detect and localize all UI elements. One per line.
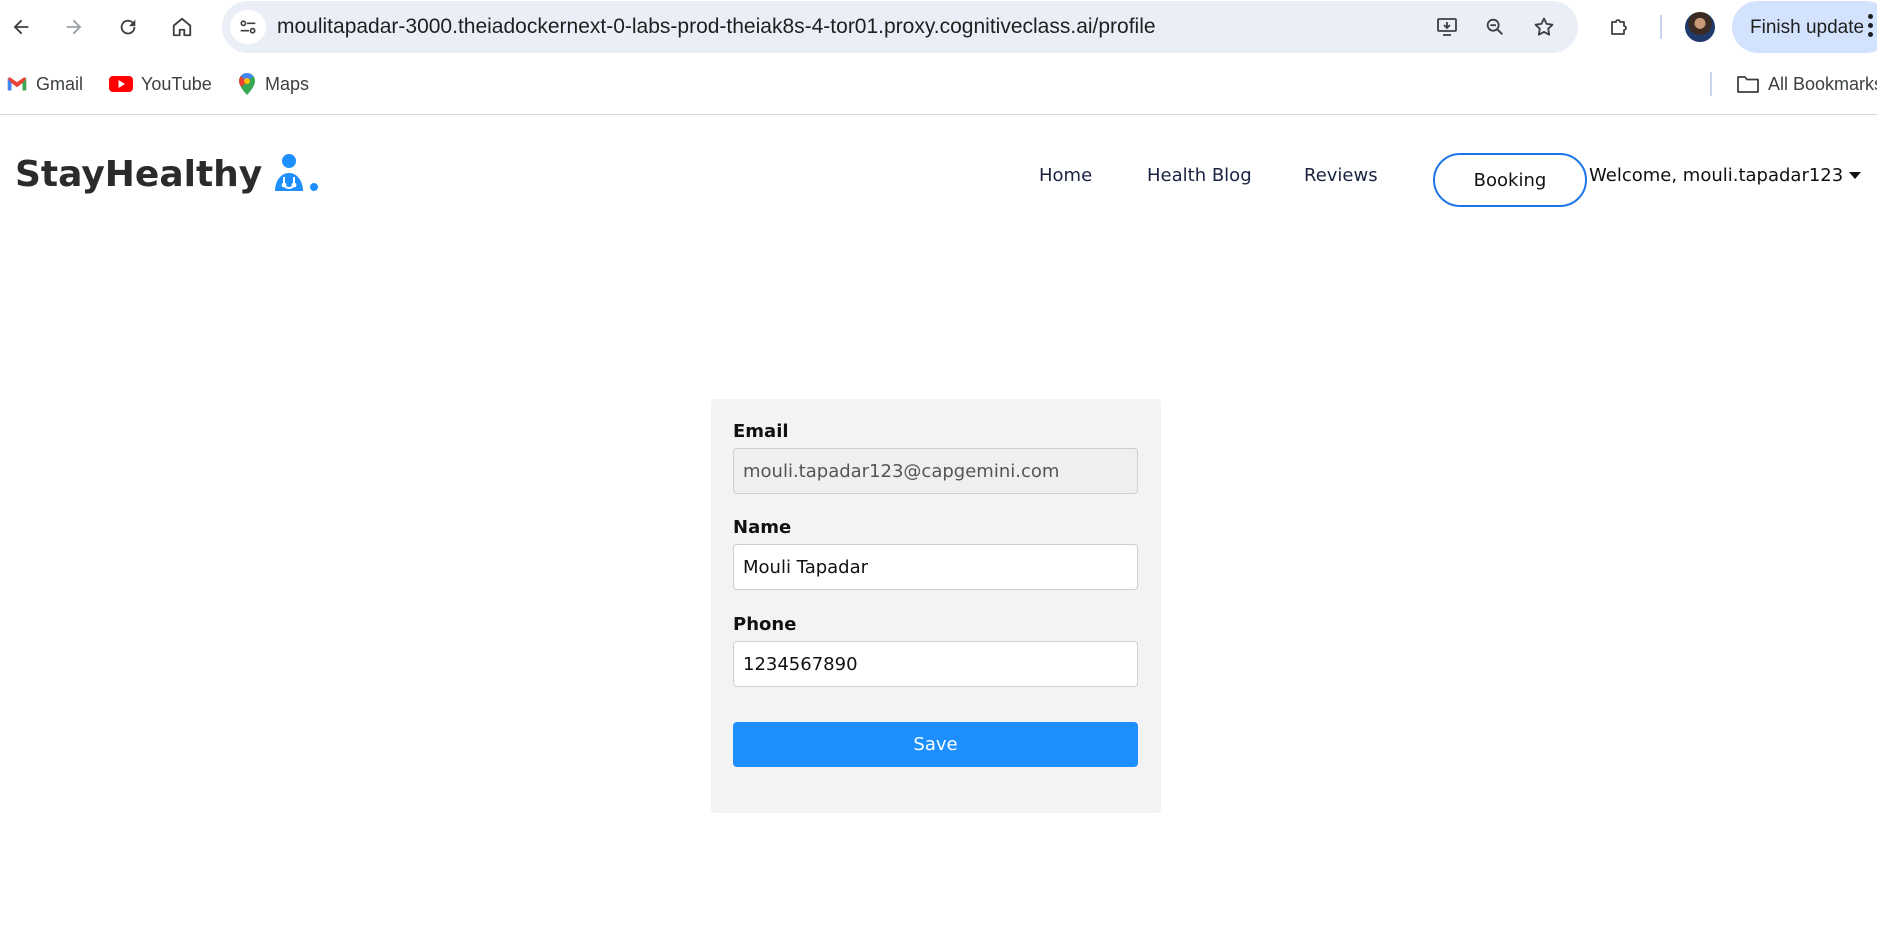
bookmark-maps-label: Maps xyxy=(265,73,310,94)
bookmark-gmail-label: Gmail xyxy=(36,73,84,94)
nav-health-blog-link[interactable]: Health Blog xyxy=(1147,165,1252,186)
email-field[interactable] xyxy=(733,448,1138,494)
all-bookmarks[interactable]: All Bookmarks xyxy=(1736,70,1877,98)
name-field[interactable] xyxy=(733,544,1138,590)
phone-field[interactable] xyxy=(733,641,1138,687)
toolbar-separator xyxy=(1660,15,1662,39)
bookmark-gmail[interactable]: Gmail xyxy=(6,70,83,98)
bookmark-youtube-label: YouTube xyxy=(141,73,212,94)
forward-icon[interactable] xyxy=(56,9,92,45)
user-menu[interactable]: Welcome, mouli.tapadar123 xyxy=(1589,165,1862,186)
install-app-icon[interactable] xyxy=(1430,10,1464,44)
page-content: StayHealthy Home Health Blog Reviews Boo… xyxy=(0,115,1877,934)
site-navbar: StayHealthy Home Health Blog Reviews Boo… xyxy=(0,115,1877,235)
site-info-icon[interactable] xyxy=(230,10,266,44)
finish-update-label: Finish update xyxy=(1750,17,1865,38)
url-text[interactable]: moulitapadar-3000.theiadockernext-0-labs… xyxy=(277,15,1156,39)
bookmark-maps[interactable]: Maps xyxy=(237,70,309,98)
maps-icon xyxy=(239,73,255,95)
finish-update-button[interactable]: Finish update xyxy=(1732,1,1877,53)
youtube-icon xyxy=(109,76,133,92)
all-bookmarks-label: All Bookmarks xyxy=(1768,73,1877,94)
phone-label: Phone xyxy=(733,614,797,635)
browser-menu-icon[interactable] xyxy=(1868,14,1874,40)
extensions-icon[interactable] xyxy=(1601,9,1637,45)
bookmark-star-icon[interactable] xyxy=(1527,10,1561,44)
bookmark-youtube[interactable]: YouTube xyxy=(109,70,212,98)
save-button-label: Save xyxy=(913,734,958,755)
name-label: Name xyxy=(733,517,792,538)
back-icon[interactable] xyxy=(3,9,39,45)
nav-reviews-link[interactable]: Reviews xyxy=(1304,165,1378,186)
chevron-down-icon xyxy=(1849,172,1862,179)
booking-button[interactable]: Booking xyxy=(1433,153,1587,207)
home-icon[interactable] xyxy=(164,9,200,45)
brand-name: StayHealthy xyxy=(15,154,263,195)
booking-button-label: Booking xyxy=(1473,169,1547,191)
browser-toolbar: moulitapadar-3000.theiadockernext-0-labs… xyxy=(0,0,1877,56)
browser-chrome: moulitapadar-3000.theiadockernext-0-labs… xyxy=(0,0,1877,115)
profile-form: Email Name Phone Save xyxy=(711,399,1161,813)
profile-avatar[interactable] xyxy=(1685,12,1715,42)
bookmarks-bar: Gmail YouTube Maps All Bookmarks xyxy=(0,62,1877,106)
save-button[interactable]: Save xyxy=(733,722,1138,767)
welcome-text: Welcome, mouli.tapadar123 xyxy=(1589,165,1844,186)
folder-icon xyxy=(1737,76,1759,93)
brand-logo[interactable]: StayHealthy xyxy=(15,153,320,195)
nav-home-link[interactable]: Home xyxy=(1039,165,1092,186)
zoom-icon[interactable] xyxy=(1478,10,1512,44)
gmail-icon xyxy=(7,77,27,91)
email-label: Email xyxy=(733,421,789,442)
reload-icon[interactable] xyxy=(110,9,146,45)
doctor-icon xyxy=(275,154,319,191)
bookmarks-separator xyxy=(1710,72,1712,96)
address-bar[interactable]: moulitapadar-3000.theiadockernext-0-labs… xyxy=(222,1,1578,53)
